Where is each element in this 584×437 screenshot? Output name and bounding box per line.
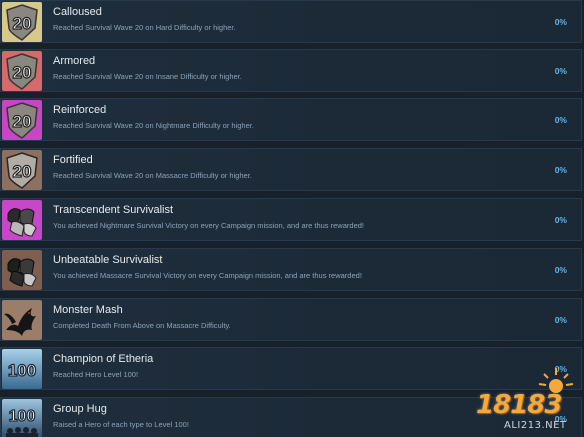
achievement-description: Reached Survival Wave 20 on Massacre Dif…: [53, 171, 252, 180]
achievement-percent: 0%: [554, 115, 567, 125]
armor-pieces-icon: [2, 250, 42, 290]
achievement-description: Completed Death From Above on Massacre D…: [53, 321, 231, 330]
watermark-subtext: ALI213.NET: [504, 420, 567, 431]
achievement-row[interactable]: 20 Calloused Reached Survival Wave 20 on…: [0, 0, 582, 43]
achievement-description: Raised a Hero of each type to Level 100!: [53, 420, 189, 429]
achievement-row[interactable]: Monster Mash Completed Death From Above …: [0, 298, 582, 341]
achievement-row[interactable]: 20 Fortified Reached Survival Wave 20 on…: [0, 148, 582, 191]
achievement-title: Monster Mash: [53, 304, 123, 316]
achievement-row[interactable]: Unbeatable Survivalist You achieved Mass…: [0, 248, 582, 291]
achievement-description: You achieved Massacre Survival Victory o…: [53, 271, 362, 280]
armor-pieces-icon: [2, 200, 42, 240]
achievement-percent: 0%: [554, 265, 567, 275]
achievement-row[interactable]: 20 Armored Reached Survival Wave 20 on I…: [0, 49, 582, 92]
achievement-title: Reinforced: [53, 104, 107, 116]
svg-text:20: 20: [13, 112, 32, 131]
watermark-text: 18183: [476, 390, 562, 420]
achievement-title: Champion of Etheria: [53, 353, 154, 365]
achievement-title: Calloused: [53, 6, 102, 18]
achievement-title: Group Hug: [53, 403, 107, 415]
achievement-title: Unbeatable Survivalist: [53, 254, 163, 266]
svg-text:20: 20: [13, 63, 32, 82]
achievement-description: Reached Hero Level 100!: [53, 370, 139, 379]
achievement-percent: 0%: [554, 165, 567, 175]
svg-text:100: 100: [8, 361, 36, 380]
svg-text:100: 100: [9, 408, 36, 425]
achievement-title: Transcendent Survivalist: [53, 204, 174, 216]
shield-20-icon: 20: [2, 51, 42, 91]
achievement-row[interactable]: Transcendent Survivalist You achieved Ni…: [0, 198, 582, 241]
achievement-list: 20 Calloused Reached Survival Wave 20 on…: [0, 0, 584, 437]
shield-20-icon: 20: [2, 100, 42, 140]
dragon-icon: [2, 300, 42, 340]
achievement-description: You achieved Nightmare Survival Victory …: [53, 221, 364, 230]
achievement-description: Reached Survival Wave 20 on Hard Difficu…: [53, 23, 236, 32]
achievement-title: Fortified: [53, 154, 93, 166]
achievement-percent: 0%: [554, 66, 567, 76]
svg-text:20: 20: [13, 14, 32, 33]
svg-text:20: 20: [13, 162, 32, 181]
achievement-row[interactable]: 20 Reinforced Reached Survival Wave 20 o…: [0, 98, 582, 141]
achievement-description: Reached Survival Wave 20 on Nightmare Di…: [53, 121, 254, 130]
level-100-icon: 100: [2, 349, 42, 389]
achievement-percent: 0%: [554, 17, 567, 27]
shield-20-icon: 20: [2, 150, 42, 190]
achievement-title: Armored: [53, 55, 96, 67]
watermark-logo: 18183 ALI213.NET: [476, 366, 580, 434]
shield-20-icon: 20: [2, 2, 42, 42]
achievement-percent: 0%: [554, 315, 567, 325]
achievement-description: Reached Survival Wave 20 on Insane Diffi…: [53, 72, 242, 81]
level-100-group-icon: 100: [2, 399, 42, 437]
achievement-percent: 0%: [554, 215, 567, 225]
